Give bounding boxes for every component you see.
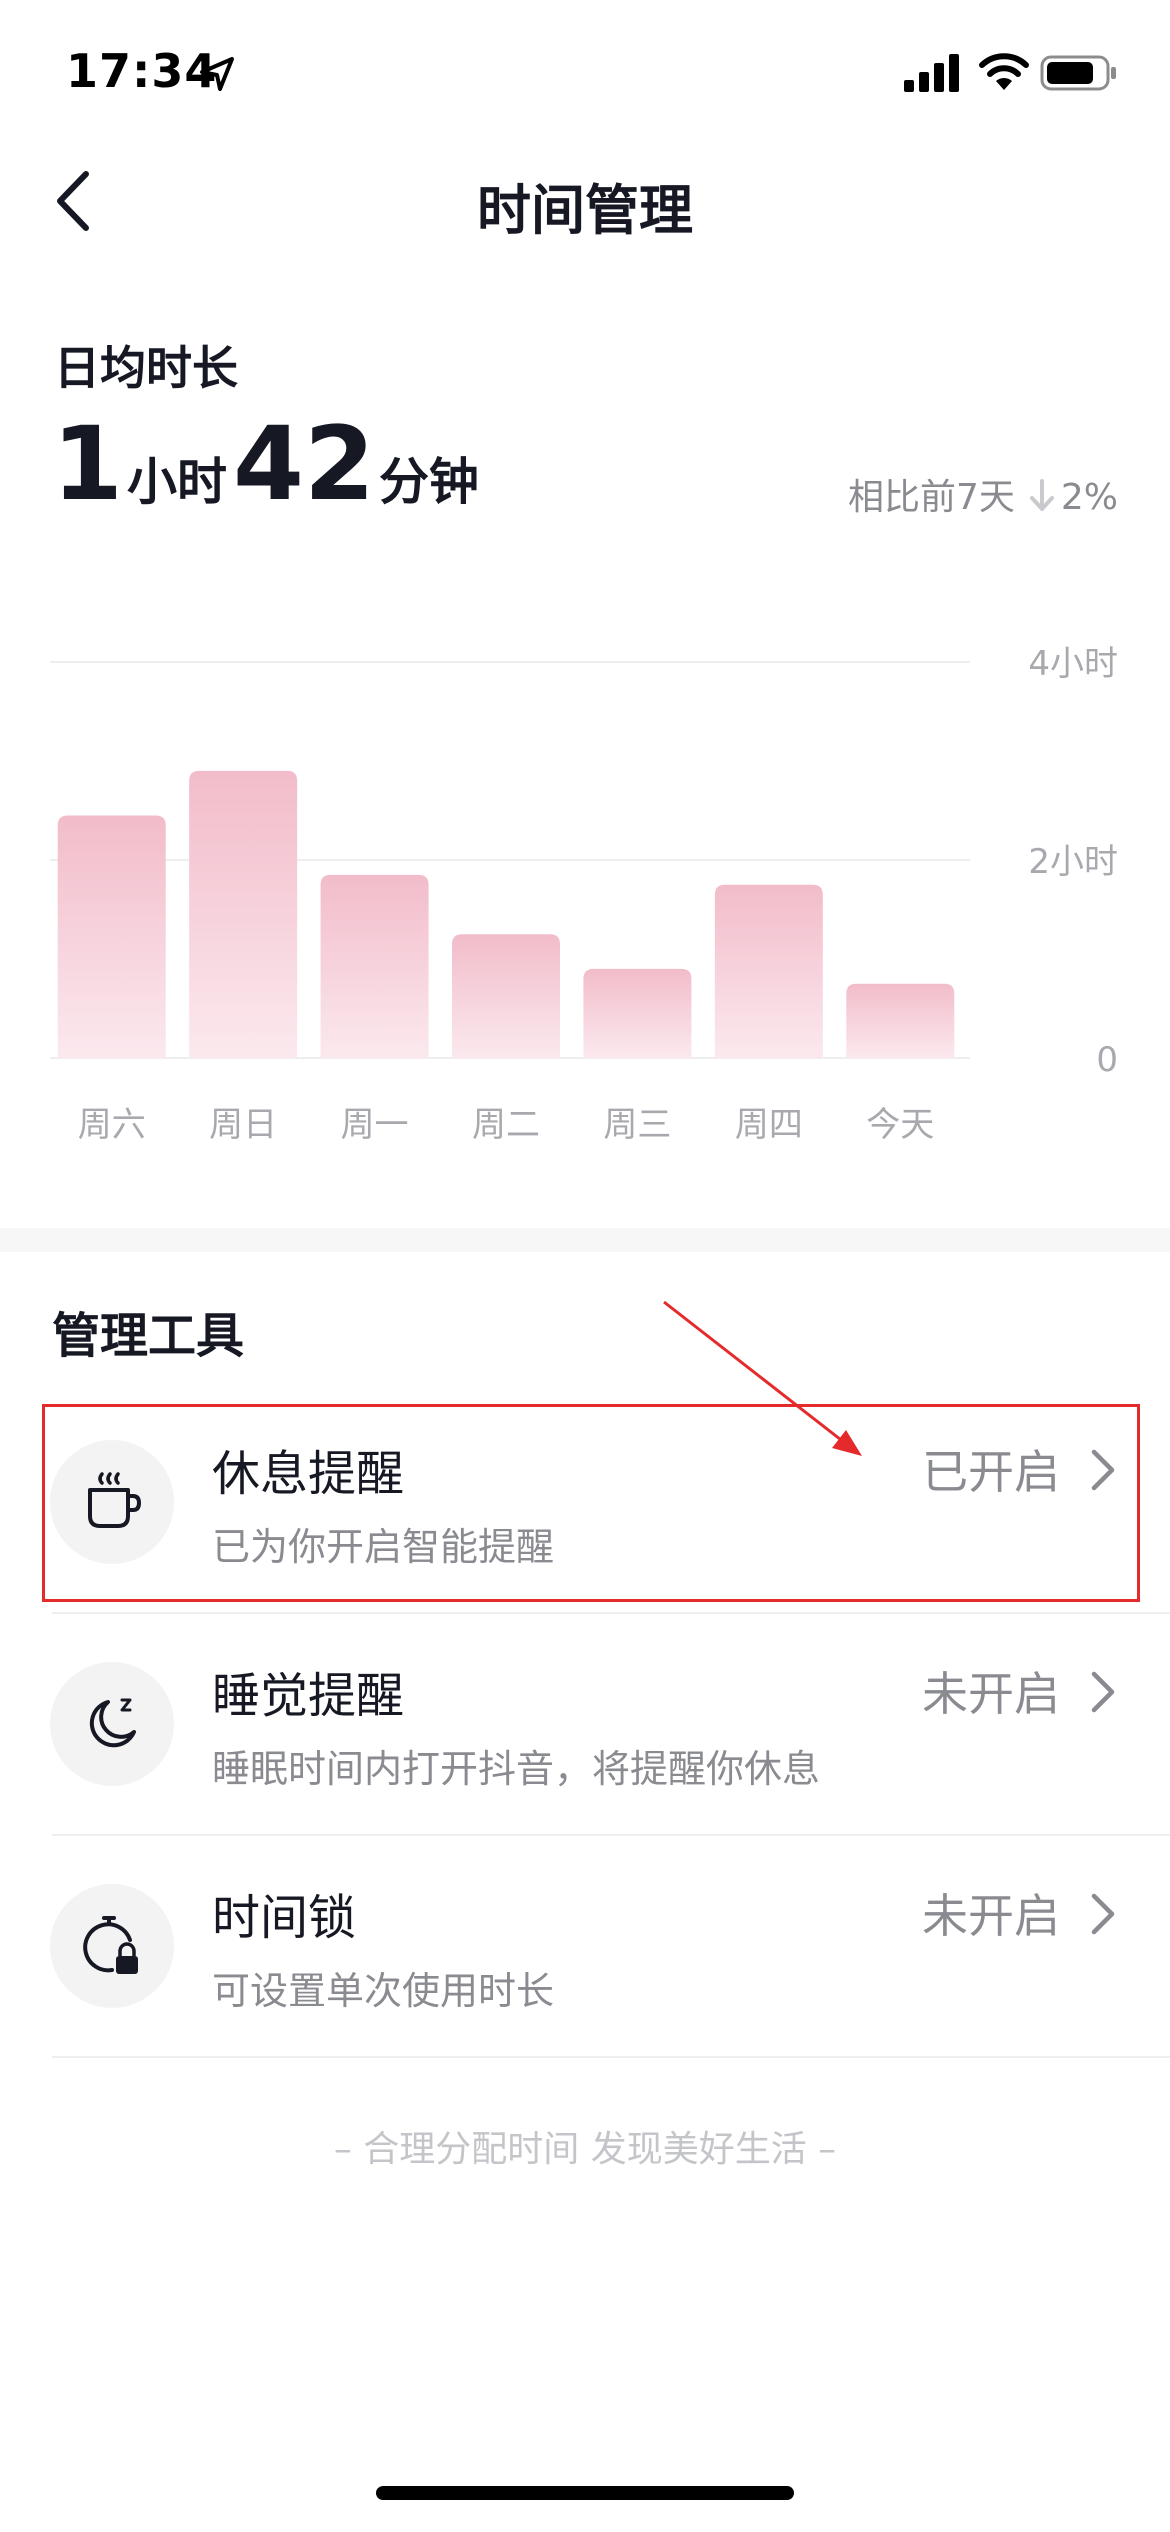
annotation-arrow-icon [663, 1300, 862, 1456]
annotation-highlight-box [42, 1404, 1140, 1602]
tool-description: 可设置单次使用时长 [212, 1969, 555, 2013]
time-lock-row[interactable]: 时间锁 可设置单次使用时长 未开启 [0, 1836, 1170, 2058]
tool-description: 睡眠时间内打开抖音，将提醒你休息 [212, 1747, 821, 1791]
time-management-screen: 17:34 时间管理 日均时长 1小时42分钟 相比前7天 2% 周六 周日 周… [0, 0, 1170, 2532]
wifi-icon [979, 53, 1029, 90]
row-divider [52, 2056, 1170, 2058]
sleep-reminder-row[interactable]: 睡觉提醒 睡眠时间内打开抖音，将提醒你休息 未开启 [0, 1614, 1170, 1836]
location-arrow-icon [200, 57, 234, 91]
tool-status: 未开启 [922, 1667, 1060, 1721]
battery-icon [1040, 55, 1116, 91]
comparison-label: 相比前7天 [847, 477, 1015, 518]
minutes-value: 42 [232, 405, 375, 524]
x-tick-label: 周四 [735, 1105, 803, 1145]
usage-bar[interactable] [57, 815, 166, 1058]
weekly-comparison: 相比前7天 2% [848, 468, 1118, 520]
x-tick-label: 周六 [78, 1105, 146, 1145]
chevron-right-icon [1091, 1671, 1115, 1713]
daily-average-value: 1小时42分钟 [52, 410, 485, 530]
usage-bar[interactable] [452, 934, 560, 1058]
x-tick-label: 周二 [472, 1105, 540, 1145]
usage-bar[interactable] [320, 874, 429, 1058]
time-lock-icon-wrap [50, 1884, 174, 2008]
chevron-right-icon [1091, 1893, 1115, 1935]
down-arrow-icon [1029, 479, 1054, 511]
tools-section-title: 管理工具 [52, 1308, 245, 1364]
usage-bar[interactable] [583, 968, 692, 1058]
home-indicator[interactable] [376, 2486, 794, 2500]
status-time: 17:34 [66, 44, 218, 98]
y-tick-label: 2小时 [1028, 842, 1118, 882]
tool-name: 睡觉提醒 [212, 1668, 405, 1724]
footer-slogan: – 合理分配时间 发现美好生活 – [333, 2129, 837, 2170]
x-tick-label: 周日 [209, 1105, 277, 1145]
daily-usage-bar-chart: 周六 周日 周一 周二 周三 周四 今天 4小时 2小时 0 [50, 644, 1118, 1145]
daily-average-label: 日均时长 [54, 341, 238, 395]
status-bar: 17:34 [0, 0, 1170, 150]
tool-name: 时间锁 [212, 1890, 357, 1946]
y-tick-label: 4小时 [1028, 644, 1118, 684]
usage-bar[interactable] [189, 770, 298, 1058]
tool-status: 未开启 [922, 1889, 1060, 1943]
timer-lock-icon [83, 1916, 138, 1974]
section-divider [0, 1228, 1170, 1252]
hours-value: 1 [52, 405, 123, 524]
page-title: 时间管理 [477, 179, 693, 242]
sleep-reminder-icon-wrap [50, 1662, 174, 1786]
usage-bar[interactable] [714, 884, 823, 1058]
minutes-unit: 分钟 [378, 453, 479, 511]
hours-unit: 小时 [126, 453, 227, 511]
x-tick-label: 今天 [866, 1105, 934, 1145]
moon-sleep-icon [89, 1698, 136, 1748]
x-tick-label: 周一 [341, 1105, 409, 1145]
usage-bar[interactable] [846, 983, 955, 1058]
y-tick-label: 0 [1096, 1040, 1118, 1080]
cellular-signal-icon [904, 54, 959, 92]
comparison-value: 2% [1060, 477, 1118, 518]
x-tick-label: 周三 [603, 1105, 671, 1145]
